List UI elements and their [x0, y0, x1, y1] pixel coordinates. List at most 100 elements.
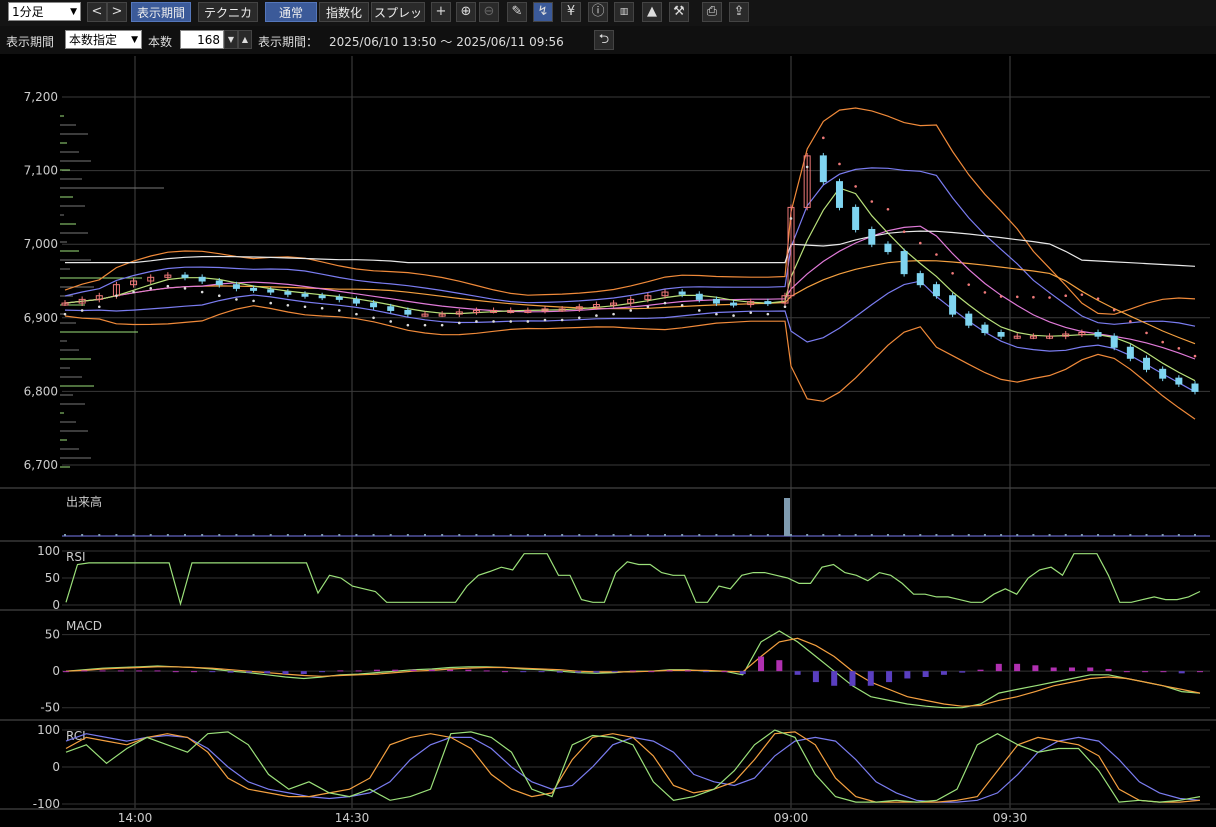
candle-body [884, 243, 892, 253]
sar-dot [1193, 354, 1197, 358]
period-label: 表示期間 [6, 35, 55, 49]
macd-histogram-bar [1123, 671, 1130, 673]
period-mode-select[interactable]: 本数指定 ▼ [65, 30, 142, 49]
reset-icon[interactable]: ⮌ [594, 30, 614, 50]
sar-dot [149, 287, 153, 290]
sar-dot [999, 295, 1003, 298]
volume-bar [629, 534, 632, 536]
sar-dot [492, 320, 495, 323]
my-chart-icon[interactable]: ▥ [614, 2, 634, 22]
volume-bar [806, 534, 809, 536]
sar-dot [1177, 347, 1181, 350]
volume-bar [578, 534, 581, 536]
candle-body [301, 293, 309, 297]
volume-bar [1080, 534, 1083, 536]
volume-bar [132, 534, 135, 536]
candle-body [764, 301, 772, 305]
next-icon[interactable]: > [107, 2, 127, 22]
macd-histogram-bar [556, 671, 563, 673]
wrench-icon[interactable]: ⚒ [669, 2, 689, 22]
timeframe-select[interactable]: 1分足 ▼ [8, 2, 81, 21]
export-icon[interactable]: ⇪ [729, 2, 749, 22]
macd-histogram-bar [392, 669, 399, 672]
panel-tick-label: 50 [45, 628, 60, 642]
candle-body [250, 287, 258, 291]
price-tick-label: 7,100 [24, 164, 58, 178]
volume-bar [64, 534, 66, 536]
candle-body [868, 228, 876, 245]
macd-histogram-bar [758, 656, 765, 672]
range-value: 2025/06/10 13:50 ～ 2025/06/11 09:56 [329, 35, 564, 49]
spread-button[interactable]: スプレッド [371, 2, 425, 40]
volume-bar [681, 534, 684, 536]
sar-dot [406, 323, 410, 327]
sar-dot [560, 318, 564, 322]
macd-histogram-bar [831, 671, 838, 686]
sar-dot [612, 312, 615, 316]
volume-bar [149, 534, 152, 536]
volume-bar [646, 534, 649, 536]
macd-histogram-bar [593, 671, 600, 673]
volume-bar [822, 534, 825, 536]
crosshair-icon[interactable]: + [431, 2, 451, 22]
bb-lower-outer-line [64, 305, 1196, 420]
volume-bar [492, 534, 495, 536]
macd-histogram-bar [703, 671, 710, 673]
macd-histogram-bar [447, 669, 454, 672]
candle-body [730, 302, 738, 306]
macd-histogram-bar [776, 660, 783, 672]
macd-histogram-bar [794, 671, 801, 675]
technical-button[interactable]: テクニカル [198, 2, 258, 40]
macd-histogram-bar [337, 670, 344, 672]
volume-bar [218, 534, 221, 536]
area-chart-icon[interactable]: ▲ [642, 2, 662, 22]
period-button[interactable]: 表示期間 [131, 2, 191, 22]
zoom-in-icon[interactable]: ⊕ [456, 2, 476, 22]
macd-histogram-bar [1014, 663, 1021, 672]
sar-dot [783, 305, 787, 309]
sar-dot [918, 241, 922, 245]
trend-tool-icon[interactable]: ↯ [533, 2, 553, 22]
sar-dot [1145, 331, 1148, 335]
volume-bar [338, 534, 341, 536]
candle-body [232, 284, 240, 289]
candle-body [215, 280, 223, 286]
rci-panel-title: RCI [66, 729, 86, 743]
print-icon[interactable]: ⎙ [702, 2, 722, 22]
macd-histogram-bar [428, 669, 435, 672]
info-icon[interactable]: ⓘ [588, 2, 608, 22]
sar-dot [286, 303, 290, 307]
sar-dot [577, 316, 581, 320]
sar-dot [1161, 340, 1164, 344]
pencil-icon[interactable]: ✎ [507, 2, 527, 22]
price-tick-label: 7,200 [24, 90, 58, 104]
count-down-icon[interactable]: ▼ [224, 30, 238, 49]
envelope-line [65, 230, 1196, 267]
sar-dot [97, 305, 101, 309]
count-input[interactable]: 168 [180, 30, 224, 49]
sar-dot [870, 200, 874, 203]
chart-area[interactable]: 14:00 14:30 09:00 09:30 7,200 7,100 7,000 6,900… [0, 56, 1216, 827]
count-up-icon[interactable]: ▲ [238, 30, 252, 49]
macd-histogram-bar [282, 671, 289, 675]
sar-dot [766, 312, 770, 316]
prev-icon[interactable]: < [87, 2, 107, 22]
volume-bar [304, 534, 306, 536]
macd-histogram-bar [721, 671, 728, 673]
volume-bar [1064, 534, 1067, 536]
normal-button[interactable]: 通常 [265, 2, 317, 22]
bb-upper-inner-line [64, 167, 1196, 327]
yen-icon[interactable]: ¥ [561, 2, 581, 22]
x-tick-label: 09:30 [993, 811, 1028, 825]
candle-body [387, 306, 395, 311]
zoom-out-icon[interactable]: ⊖ [479, 2, 499, 22]
sar-dot [389, 320, 393, 323]
macd-histogram-bar [995, 663, 1002, 672]
candle-body [181, 274, 189, 278]
volume-bar [355, 534, 358, 536]
macd-histogram-bar [666, 670, 673, 672]
volume-bar [252, 534, 255, 536]
index-button[interactable]: 指数化 [319, 2, 369, 22]
sar-dot [822, 136, 825, 140]
dropdown-arrow-icon: ▼ [131, 35, 138, 45]
